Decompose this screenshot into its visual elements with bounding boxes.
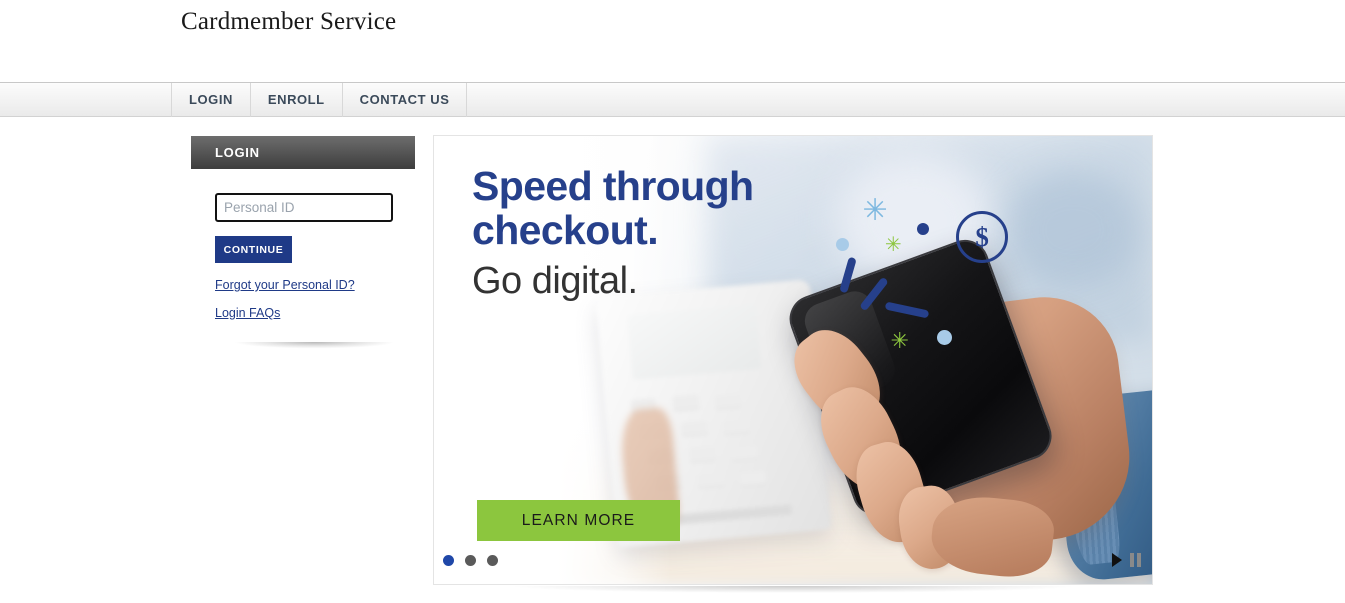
personal-id-input[interactable] [215, 193, 393, 222]
navy-dot [916, 223, 929, 236]
hero-headline-bold: Speed through checkout. [472, 163, 754, 254]
nav-item-login[interactable]: LOGIN [171, 83, 250, 117]
sparkle-star-blue: ✳ [862, 193, 888, 227]
carousel-dot-2[interactable] [465, 555, 476, 566]
hero-copy: Speed through checkout. Go digital. [472, 164, 802, 303]
carousel-dots [443, 555, 498, 566]
background-blob-b [1008, 171, 1138, 289]
login-faqs-link[interactable]: Login FAQs [215, 306, 280, 320]
login-panel-header: LOGIN [191, 136, 415, 169]
hero-headline-light: Go digital. [472, 259, 638, 302]
hero-carousel[interactable]: $ ✳ ✳ ✳ Speed through checkout. Go digit… [433, 135, 1153, 585]
forgot-personal-id-link[interactable]: Forgot your Personal ID? [215, 278, 355, 292]
carousel-playback-controls [1112, 553, 1141, 567]
carousel-dot-3[interactable] [487, 555, 498, 566]
nav-item-enroll[interactable]: ENROLL [249, 83, 342, 117]
nav-item-contact-us[interactable]: CONTACT US [341, 83, 468, 117]
motion-dash-1 [839, 256, 857, 294]
terminal-screen [627, 304, 762, 381]
motion-dash-3 [884, 301, 930, 318]
carousel-dot-1[interactable] [443, 555, 454, 566]
primary-navigation: LOGIN ENROLL CONTACT US [0, 82, 1345, 117]
content-area: LOGIN CONTINUE Forgot your Personal ID? … [0, 117, 1345, 603]
masthead: Cardmember Service [0, 0, 1345, 82]
dollar-coin-icon: $ [956, 211, 1009, 264]
sparkle-star-green-2: ✳ [890, 327, 909, 353]
page-root: Cardmember Service LOGIN ENROLL CONTACT … [0, 0, 1345, 603]
light-blue-dot-2 [937, 329, 953, 345]
login-panel-shadow [212, 342, 417, 358]
sparkle-star-green-1: ✳ [884, 234, 902, 257]
continue-button[interactable]: CONTINUE [215, 236, 292, 263]
payment-burst-graphic: $ ✳ ✳ ✳ [829, 190, 1016, 351]
hero-shadow [440, 586, 1146, 602]
light-blue-dot-1 [836, 238, 850, 252]
login-panel-body: CONTINUE Forgot your Personal ID? Login … [191, 169, 417, 358]
nav-item-list: LOGIN ENROLL CONTACT US [171, 83, 468, 117]
brand-logo: Cardmember Service [181, 8, 397, 35]
pause-icon[interactable] [1130, 553, 1141, 567]
login-panel: LOGIN CONTINUE Forgot your Personal ID? … [191, 136, 417, 358]
play-icon[interactable] [1112, 553, 1122, 567]
learn-more-button[interactable]: LEARN MORE [477, 500, 680, 541]
